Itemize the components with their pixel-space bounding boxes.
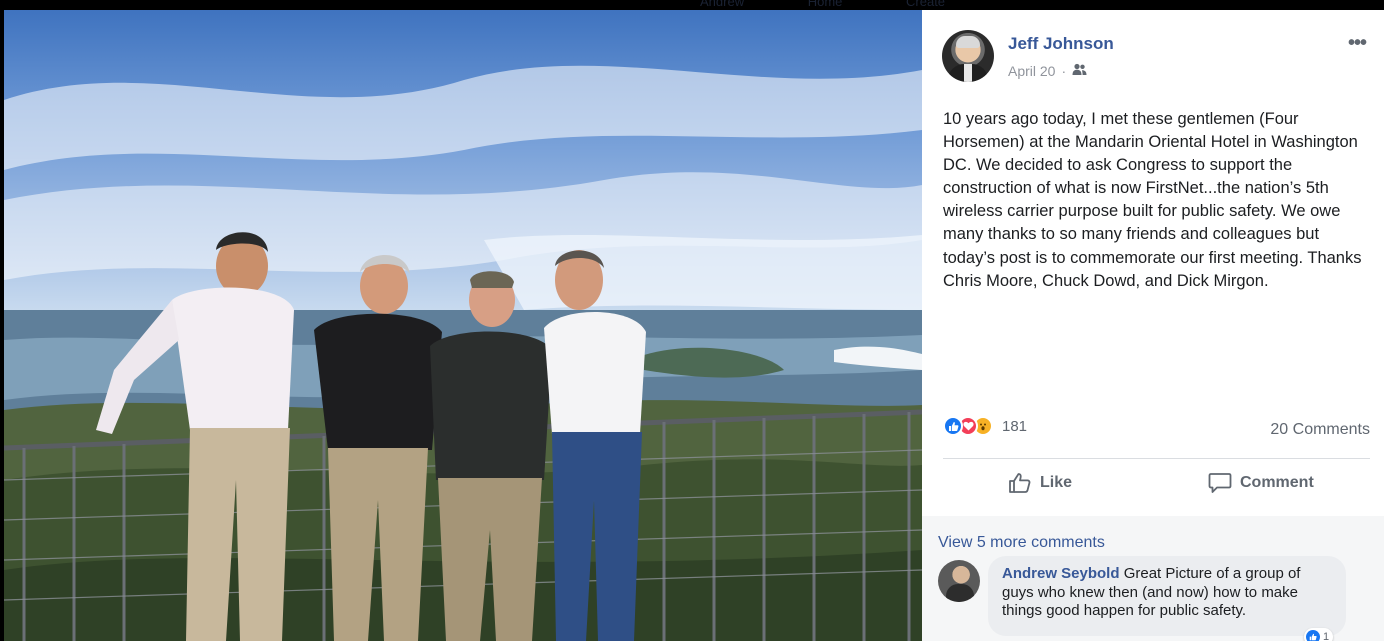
photo-viewer: Andrew Home Create Jeff Johnson April 20… bbox=[0, 0, 1384, 641]
more-options-icon[interactable]: ••• bbox=[1348, 32, 1367, 55]
comment-like-count: 1 bbox=[1323, 631, 1330, 641]
comment-author-name[interactable]: Andrew Seybold bbox=[1002, 565, 1120, 582]
commenter-avatar[interactable] bbox=[938, 560, 980, 602]
meta-separator: · bbox=[1061, 63, 1067, 79]
comment-button[interactable]: Comment bbox=[1208, 472, 1314, 494]
comment-bubble: Andrew Seybold Great Picture of a group … bbox=[988, 556, 1346, 636]
view-more-comments-link[interactable]: View 5 more comments bbox=[938, 534, 1105, 552]
post-date[interactable]: April 20 bbox=[1008, 63, 1055, 79]
post-photo[interactable] bbox=[4, 10, 922, 641]
comments-count-link[interactable]: 20 Comments bbox=[1270, 421, 1370, 439]
comment-bubble-icon bbox=[1208, 472, 1232, 494]
comment-label: Comment bbox=[1240, 474, 1314, 491]
post-meta: April 20 · bbox=[1008, 63, 1087, 79]
photo-scene bbox=[4, 65, 922, 641]
like-reaction-icon bbox=[943, 416, 963, 436]
comments-section: View 5 more comments Andrew Seybold Grea… bbox=[922, 516, 1384, 641]
post-details-panel: Jeff Johnson April 20 · ••• 10 years ago… bbox=[922, 10, 1384, 641]
nav-home-link: Home bbox=[807, 0, 843, 9]
friends-icon[interactable] bbox=[1072, 63, 1087, 79]
comment-reaction-badge[interactable]: 1 bbox=[1304, 628, 1334, 641]
like-reaction-icon bbox=[1306, 630, 1320, 641]
author-avatar[interactable] bbox=[942, 30, 994, 82]
like-button[interactable]: Like bbox=[1008, 472, 1072, 494]
post-author-name[interactable]: Jeff Johnson bbox=[1008, 34, 1114, 54]
nav-profile-link: Andrew bbox=[700, 0, 745, 9]
post-text: 10 years ago today, I met these gentleme… bbox=[943, 110, 1362, 290]
thumbs-up-icon bbox=[1008, 472, 1032, 494]
background-navbar: Andrew Home Create bbox=[0, 0, 1384, 10]
divider bbox=[943, 458, 1370, 459]
nav-create-link: Create bbox=[906, 0, 946, 9]
reaction-count: 181 bbox=[1002, 417, 1028, 435]
like-label: Like bbox=[1040, 474, 1073, 491]
reactions-summary[interactable]: 181 bbox=[943, 416, 1027, 436]
